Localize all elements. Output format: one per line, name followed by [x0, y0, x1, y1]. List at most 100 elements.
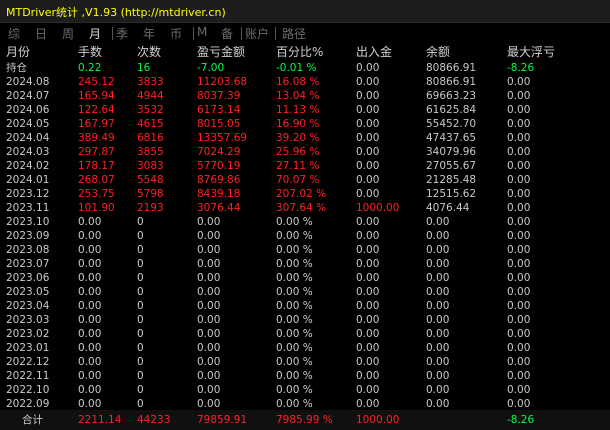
- table-row[interactable]: 持仓 0.22 16 -7.00 -0.01 % 0.00 80866.91 -8.26: [0, 61, 610, 75]
- table-row[interactable]: 2022.11 0.00 0 0.00 0.00 % 0.00 0.00 0.00: [0, 369, 610, 383]
- table-row[interactable]: 2023.12 253.75 5798 8439.18 207.02 % 0.00 1251…: [0, 187, 610, 201]
- cell-month: 2022.10: [6, 384, 50, 396]
- nav-tab-4[interactable]: 季: [116, 25, 128, 42]
- column-header-max-drawdown[interactable]: 最大浮亏: [507, 44, 555, 60]
- table-row[interactable]: 2024.04 389.49 6816 13357.69 39.20 % 0.00 4743…: [0, 131, 610, 145]
- table-row[interactable]: 2023.11 101.90 2193 3076.44 307.64 % 1000.00 4…: [0, 201, 610, 215]
- cell-balance: 0.00: [426, 230, 450, 242]
- cell-month: 2023.07: [6, 258, 50, 270]
- table-row[interactable]: 2024.01 268.07 5548 8769.86 70.07 % 0.00 21285…: [0, 173, 610, 187]
- cell-balance: 0.00: [426, 342, 450, 354]
- table-row[interactable]: 2022.09 0.00 0 0.00 0.00 % 0.00 0.00 0.00: [0, 397, 610, 411]
- cell-deposit: 0.00: [356, 314, 380, 326]
- cell-trades: 0: [137, 230, 144, 242]
- nav-tab-7[interactable]: M: [197, 25, 207, 39]
- nav-tab-6[interactable]: 币: [170, 25, 182, 42]
- table-row[interactable]: 2024.06 122.64 3532 6173.14 11.13 % 0.00 61625…: [0, 103, 610, 117]
- cell-percent: 39.20 %: [276, 132, 320, 144]
- nav-tab-10[interactable]: 路径: [282, 25, 306, 42]
- cell-month: 2023.06: [6, 272, 50, 284]
- cell-percent: 0.00 %: [276, 398, 313, 410]
- table-row[interactable]: 2024.02 178.17 3083 5770.19 27.11 % 0.00 27055…: [0, 159, 610, 173]
- table-row[interactable]: 2023.09 0.00 0 0.00 0.00 % 0.00 0.00 0.00: [0, 229, 610, 243]
- cell-balance: 80866.91: [426, 62, 477, 74]
- column-header-trades[interactable]: 次数: [137, 44, 161, 60]
- table-row[interactable]: 2023.04 0.00 0 0.00 0.00 % 0.00 0.00 0.00: [0, 299, 610, 313]
- cell-profit: 0.00: [197, 356, 221, 368]
- cell-percent: 0.00 %: [276, 216, 313, 228]
- cell-max-drawdown: 0.00: [507, 272, 531, 284]
- nav-tab-2[interactable]: 周: [62, 25, 74, 42]
- nav-tab-3[interactable]: 月: [89, 25, 101, 42]
- nav-tab-0[interactable]: 综: [8, 25, 20, 42]
- cell-trades: 0: [137, 328, 144, 340]
- cell-month: 持仓: [6, 62, 27, 74]
- table-row[interactable]: 2023.10 0.00 0 0.00 0.00 % 0.00 0.00 0.00: [0, 215, 610, 229]
- cell-balance: 55452.70: [426, 118, 477, 130]
- table-row[interactable]: 2022.12 0.00 0 0.00 0.00 % 0.00 0.00 0.00: [0, 355, 610, 369]
- cell-percent: 25.96 %: [276, 146, 320, 158]
- table-row[interactable]: 2024.03 297.87 3855 7024.29 25.96 % 0.00 34079…: [0, 145, 610, 159]
- column-header-balance[interactable]: 余额: [426, 44, 450, 60]
- table-row[interactable]: 2024.07 165.94 4944 8037.39 13.04 % 0.00 69663…: [0, 89, 610, 103]
- cell-lots: 0.00: [78, 370, 102, 382]
- table-row[interactable]: 2023.07 0.00 0 0.00 0.00 % 0.00 0.00 0.00: [0, 257, 610, 271]
- column-header-lots[interactable]: 手数: [78, 44, 102, 60]
- table-row[interactable]: 2023.08 0.00 0 0.00 0.00 % 0.00 0.00 0.00: [0, 243, 610, 257]
- table-row[interactable]: 2023.01 0.00 0 0.00 0.00 % 0.00 0.00 0.00: [0, 341, 610, 355]
- cell-deposit: 0.00: [356, 370, 380, 382]
- cell-lots: 0.00: [78, 356, 102, 368]
- cell-balance: 34079.96: [426, 146, 477, 158]
- cell-max-drawdown: 0.00: [507, 160, 531, 172]
- cell-lots: 0.00: [78, 384, 102, 396]
- table-row[interactable]: 2024.08 245.12 3833 11203.68 16.08 % 0.00 8086…: [0, 75, 610, 89]
- cell-max-drawdown: 0.00: [507, 286, 531, 298]
- table-row[interactable]: 2022.10 0.00 0 0.00 0.00 % 0.00 0.00 0.00: [0, 383, 610, 397]
- cell-month: 2024.01: [6, 174, 50, 186]
- cell-trades: 0: [137, 216, 144, 228]
- cell-balance: 0.00: [426, 356, 450, 368]
- cell-month: 2023.12: [6, 188, 50, 200]
- column-header-percent[interactable]: 百分比%: [276, 44, 323, 60]
- cell-percent: 11.13 %: [276, 104, 320, 116]
- column-header-deposit[interactable]: 出入金: [356, 44, 392, 60]
- cell-profit: 8037.39: [197, 90, 241, 102]
- table-row[interactable]: 2024.05 167.97 4615 8015.05 16.90 % 0.00 55452…: [0, 117, 610, 131]
- cell-deposit: 1000.00: [356, 202, 400, 214]
- cell-percent: 0.00 %: [276, 230, 313, 242]
- cell-percent: 13.04 %: [276, 90, 320, 102]
- table-row[interactable]: 2023.02 0.00 0 0.00 0.00 % 0.00 0.00 0.00: [0, 327, 610, 341]
- cell-lots: 167.97: [78, 118, 115, 130]
- cell-trades: 5548: [137, 174, 164, 186]
- nav-tab-9[interactable]: 账户: [245, 25, 269, 42]
- cell-trades: 0: [137, 398, 144, 410]
- cell-trades: 4944: [137, 90, 164, 102]
- cell-max-drawdown: 0.00: [507, 300, 531, 312]
- cell-profit: 5770.19: [197, 160, 241, 172]
- cell-max-drawdown: 0.00: [507, 146, 531, 158]
- cell-percent: 27.11 %: [276, 160, 320, 172]
- cell-month: 2023.09: [6, 230, 50, 242]
- column-header-month[interactable]: 月份: [6, 44, 30, 60]
- nav-tab-5[interactable]: 年: [143, 25, 155, 42]
- cell-trades: 0: [137, 286, 144, 298]
- column-header-profit[interactable]: 盈亏金额: [197, 44, 245, 60]
- table-row[interactable]: 2023.05 0.00 0 0.00 0.00 % 0.00 0.00 0.00: [0, 285, 610, 299]
- cell-balance: 0.00: [426, 300, 450, 312]
- total-deposit: 1000.00: [356, 414, 400, 426]
- cell-lots: 245.12: [78, 76, 115, 88]
- cell-profit: 6173.14: [197, 104, 241, 116]
- cell-trades: 0: [137, 370, 144, 382]
- cell-month: 2023.03: [6, 314, 50, 326]
- table-row[interactable]: 2023.06 0.00 0 0.00 0.00 % 0.00 0.00 0.00: [0, 271, 610, 285]
- cell-lots: 0.00: [78, 300, 102, 312]
- total-max-drawdown: -8.26: [507, 414, 535, 426]
- cell-lots: 178.17: [78, 160, 115, 172]
- cell-percent: 16.08 %: [276, 76, 320, 88]
- table-row[interactable]: 2023.03 0.00 0 0.00 0.00 % 0.00 0.00 0.00: [0, 313, 610, 327]
- nav-tab-8[interactable]: 备: [221, 25, 233, 42]
- cell-lots: 101.90: [78, 202, 115, 214]
- cell-profit: 0.00: [197, 384, 221, 396]
- nav-tab-1[interactable]: 日: [35, 25, 47, 42]
- cell-lots: 122.64: [78, 104, 115, 116]
